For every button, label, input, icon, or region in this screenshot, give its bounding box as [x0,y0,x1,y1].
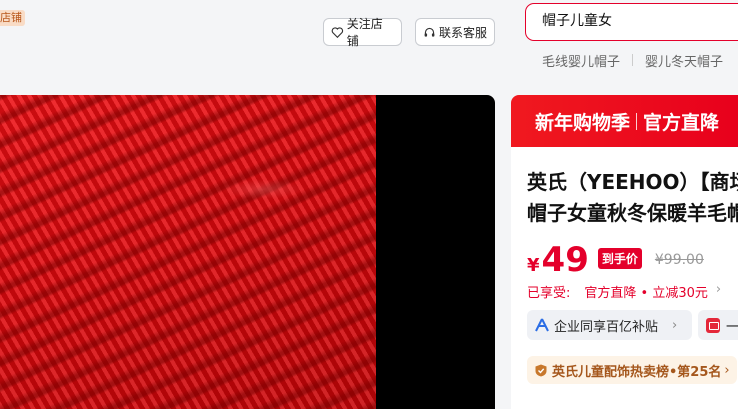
store-tag: 店铺 [0,10,25,26]
ranking-chip[interactable]: 英氏儿童配饰热卖榜•第25名 › [527,356,737,384]
product-info-panel: 英氏（YEEHOO）【商场 帽子女童秋冬保暖羊毛帽 ¥ 49 到手价 ¥99.0… [511,147,738,409]
coupon-icon [706,317,720,333]
final-price-tag: 到手价 [597,248,642,269]
promo-divider [636,112,638,130]
promo-official-label: 官方直降 [643,111,720,134]
chevron-right-icon: › [715,282,722,297]
subsidy-label: 企业同享百亿补贴 [554,319,659,335]
promo-banner: 新年购物季 官方直降 [511,95,738,147]
promo-event-label: 新年购物季 [535,111,631,134]
enterprise-icon [535,318,549,332]
contact-service-button[interactable]: 联系客服 [415,18,495,46]
ranking-label: 英氏儿童配饰热卖榜•第25名 [552,364,722,380]
hot-word-item[interactable]: 毛线婴儿帽子 [542,51,632,70]
shield-badge-icon [535,364,547,376]
hot-word-item[interactable]: 婴儿冬天帽子 [645,51,735,70]
enjoyed-label: 已享受: [527,286,571,301]
search-input[interactable]: 帽子儿童女 [525,3,738,41]
chevron-right-icon: › [672,317,678,333]
product-main-image[interactable] [0,95,495,409]
hot-word-divider [632,54,634,66]
contact-service-label: 联系客服 [439,25,488,40]
follow-store-label: 关注店铺 [346,17,383,48]
final-price: 49 [541,240,589,280]
heart-icon [331,26,344,38]
product-title-line: 帽子女童秋冬保暖羊毛帽 [527,201,738,225]
chevron-right-icon: › [724,362,730,378]
headset-icon [424,27,435,37]
coupon-chip-label: 一 [726,319,738,335]
hot-search-words: 毛线婴儿帽子 婴儿冬天帽子 [542,51,735,70]
original-price: ¥99.00 [654,252,704,268]
coupon-chip[interactable]: 一 [698,310,738,340]
price-row: ¥ 49 到手价 ¥99.00 [527,240,704,280]
product-title: 英氏（YEEHOO）【商场 帽子女童秋冬保暖羊毛帽 [527,167,738,229]
product-title-line: 英氏（YEEHOO）【商场 [527,170,738,194]
discount-detail-row[interactable]: 已享受: 官方直降 • 立减30元 › [527,282,721,301]
currency-symbol: ¥ [527,255,540,276]
enjoyed-detail: 官方直降 • 立减30元 [584,286,708,301]
follow-store-button[interactable]: 关注店铺 [323,17,402,48]
subsidy-chip[interactable]: 企业同享百亿补贴 › [527,310,692,340]
red-knit-texture [0,95,376,409]
